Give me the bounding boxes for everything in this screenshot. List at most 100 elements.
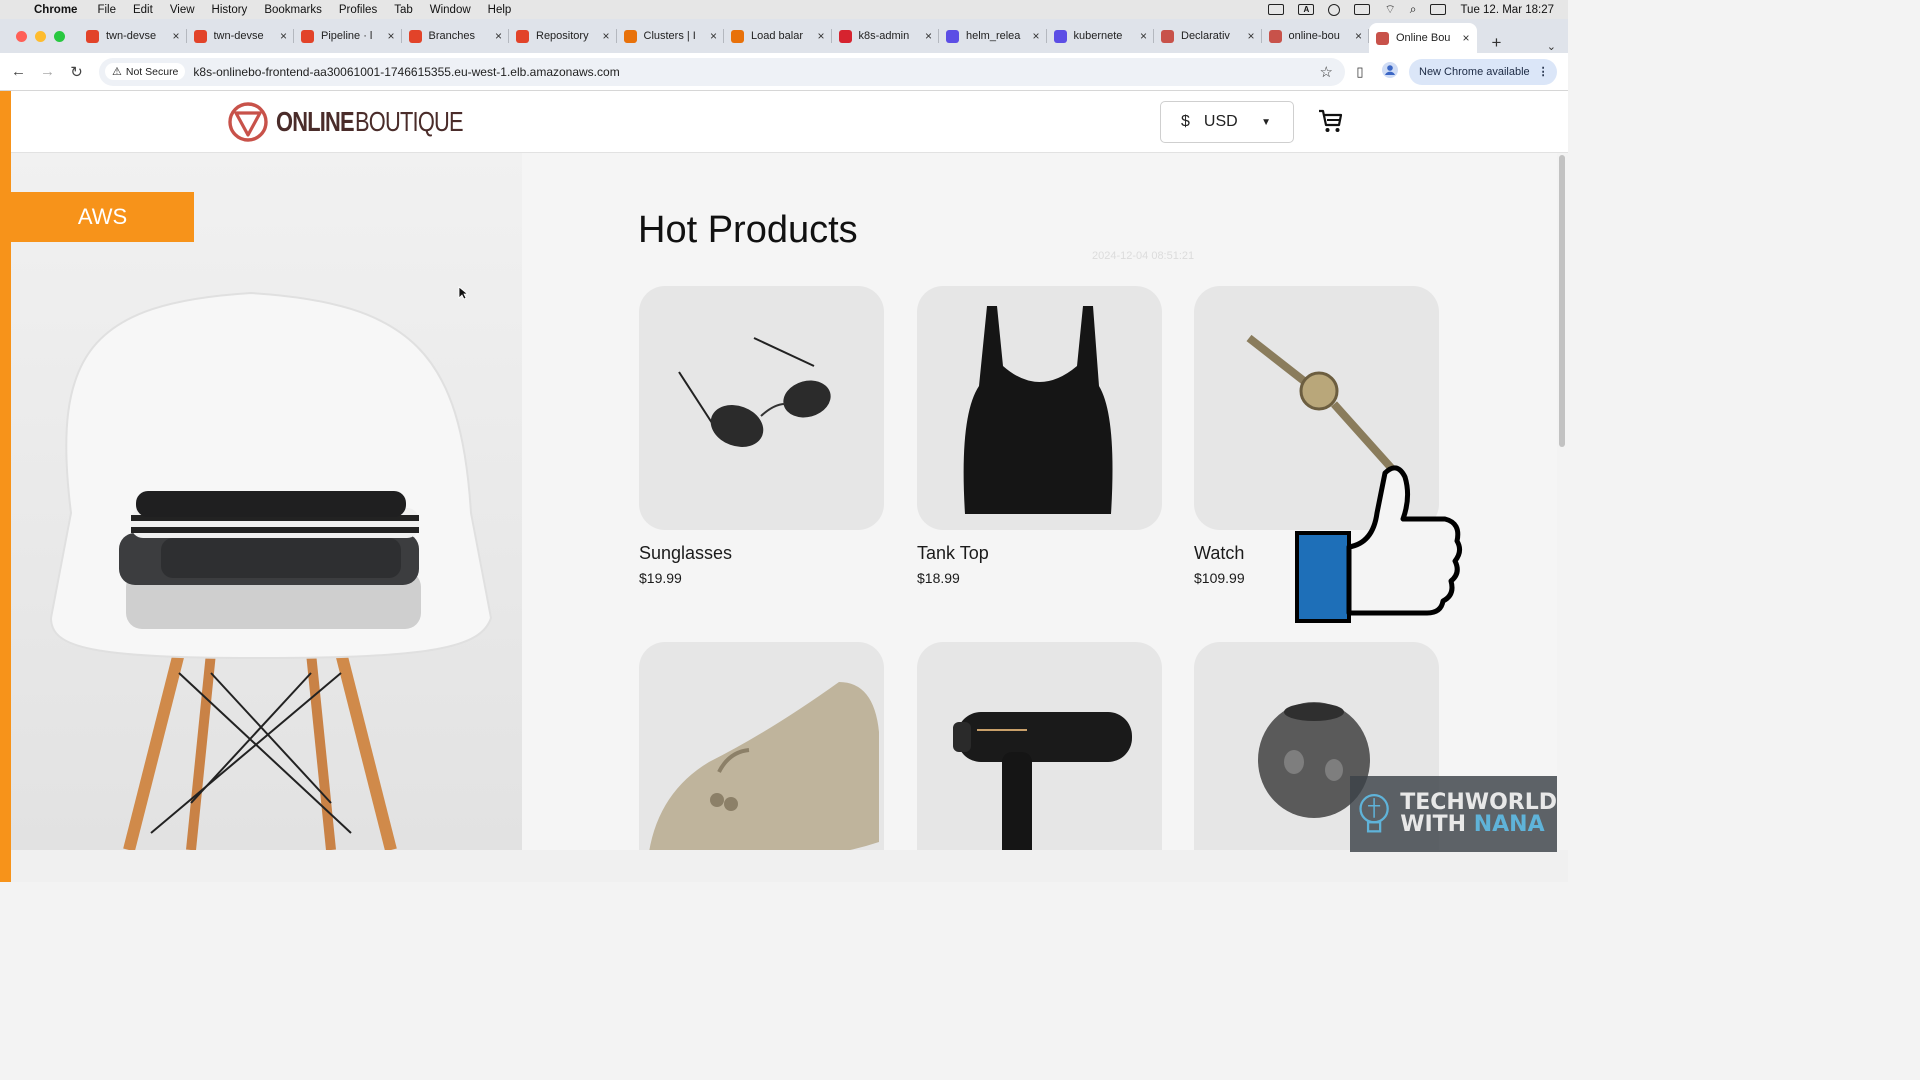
product-image-hair-dryer[interactable] [917, 642, 1162, 882]
input-source-icon[interactable]: A [1298, 4, 1315, 15]
menu-tab[interactable]: Tab [394, 4, 413, 16]
tab[interactable]: Clusters | I × [617, 22, 725, 50]
watermark-line-2a: WITH [1400, 812, 1474, 837]
close-tab-icon[interactable]: × [172, 29, 179, 43]
menu-view[interactable]: View [170, 4, 195, 16]
product-card[interactable]: Tank Top $18.99 [917, 286, 1162, 586]
close-tab-icon[interactable]: × [710, 29, 717, 43]
tab[interactable]: online-bou × [1262, 22, 1370, 50]
tab[interactable]: Branches × [402, 22, 510, 50]
kebab-menu-icon[interactable]: ⋮ [1538, 65, 1549, 78]
browser-tab-strip: twn-devse × twn-devse × Pipeline · l × Branche… [0, 19, 1568, 53]
tab-title: Clusters | I [643, 30, 696, 42]
tab[interactable]: k8s-admin × [832, 22, 940, 50]
reload-button[interactable]: ↻ [62, 63, 91, 81]
close-tab-icon[interactable]: × [387, 29, 394, 43]
warning-icon: ⚠ [112, 66, 122, 78]
web-page: ONLINE BOUTIQUE $ USD ▼ AWS Hot Products… [0, 91, 1568, 882]
product-image-tank-top[interactable] [917, 286, 1162, 530]
menu-file[interactable]: File [97, 4, 116, 16]
control-center-icon[interactable] [1430, 4, 1447, 15]
tab[interactable]: Pipeline · l × [294, 22, 402, 50]
tab-search-chevron-icon[interactable]: ⌄ [1547, 40, 1556, 53]
close-tab-icon[interactable]: × [280, 29, 287, 43]
minimize-window-icon[interactable] [35, 30, 46, 42]
close-window-icon[interactable] [16, 30, 27, 42]
menu-profiles[interactable]: Profiles [339, 4, 377, 16]
tab[interactable]: twn-devse × [79, 22, 187, 50]
scrollbar-thumb[interactable] [1559, 155, 1565, 447]
close-tab-icon[interactable]: × [925, 29, 932, 43]
battery-icon[interactable] [1354, 4, 1371, 15]
security-label: Not Secure [125, 65, 179, 78]
gitlab-icon [301, 29, 314, 43]
browser-toolbar: ← → ↻ ⚠ Not Secure k8s-onlinebo-frontend… [0, 53, 1568, 91]
page-scrollbar[interactable] [1557, 153, 1568, 850]
tab[interactable]: Declarativ × [1154, 22, 1262, 50]
lightbulb-head-icon [1359, 794, 1389, 833]
close-tab-icon[interactable]: × [817, 29, 824, 43]
close-tab-icon[interactable]: × [602, 29, 609, 43]
techworld-watermark: TECHWORLD WITH NANA [1350, 776, 1557, 852]
close-tab-icon[interactable]: × [1032, 29, 1039, 43]
security-chip[interactable]: ⚠ Not Secure [105, 63, 186, 80]
spotlight-search-icon[interactable]: ⌕ [1410, 2, 1417, 17]
new-chrome-available-button[interactable]: New Chrome available ⋮ [1409, 58, 1557, 85]
shopping-cart-icon[interactable] [1317, 107, 1343, 135]
product-image-sunglasses[interactable] [639, 286, 884, 530]
play-icon[interactable] [1328, 3, 1341, 16]
menubar-clock[interactable]: Tue 12. Mar 18:27 [1460, 4, 1554, 16]
profile-avatar-icon[interactable] [1375, 62, 1405, 81]
screen-record-icon[interactable] [1268, 4, 1285, 15]
online-boutique-icon [1268, 29, 1282, 43]
close-tab-icon[interactable]: × [1355, 29, 1362, 43]
close-tab-icon[interactable]: × [1247, 29, 1254, 43]
tab-title: Pipeline · l [321, 30, 373, 42]
menu-help[interactable]: Help [488, 4, 512, 16]
tab[interactable]: twn-devse × [187, 22, 295, 50]
tab-title: Load balar [751, 30, 803, 42]
tab[interactable]: kubernete × [1047, 22, 1155, 50]
menu-bookmarks[interactable]: Bookmarks [264, 4, 322, 16]
close-tab-icon[interactable]: × [1462, 31, 1469, 45]
wifi-icon[interactable]: ⌔ [1384, 2, 1395, 17]
zoom-window-icon[interactable] [54, 30, 65, 42]
product-name[interactable]: Sunglasses [639, 543, 884, 564]
bookmark-star-icon[interactable]: ☆ [1320, 63, 1333, 81]
address-bar[interactable]: ⚠ Not Secure k8s-onlinebo-frontend-aa300… [99, 57, 1345, 86]
tab-title: Online Bou [1396, 32, 1451, 44]
menu-edit[interactable]: Edit [133, 4, 153, 16]
url-text[interactable]: k8s-onlinebo-frontend-aa30061001-1746615… [193, 65, 619, 79]
gitlab-icon [193, 29, 207, 43]
tab-list: twn-devse × twn-devse × Pipeline · l × Branche… [79, 19, 1477, 53]
product-image-loafers[interactable] [639, 642, 884, 882]
mouse-cursor-icon [458, 286, 468, 300]
product-name[interactable]: Tank Top [917, 543, 1162, 564]
terraform-icon [1053, 29, 1067, 43]
product-card[interactable] [917, 642, 1162, 882]
tab-title: online-bou [1288, 30, 1340, 42]
forward-button[interactable]: → [33, 63, 62, 80]
site-logo[interactable]: ONLINE BOUTIQUE [228, 101, 493, 143]
product-card[interactable] [639, 642, 884, 882]
macos-menubar: Chrome File Edit View History Bookmarks … [0, 0, 1568, 19]
menu-history[interactable]: History [212, 4, 248, 16]
tab[interactable]: Repository × [509, 22, 617, 50]
tab-active[interactable]: Online Bou × [1369, 23, 1477, 53]
back-button[interactable]: ← [4, 63, 33, 80]
tab[interactable]: helm_relea × [939, 22, 1047, 50]
new-tab-button[interactable]: + [1487, 33, 1507, 53]
side-panel-icon[interactable]: ▯ [1345, 64, 1375, 80]
close-tab-icon[interactable]: × [1140, 29, 1147, 43]
gitlab-icon [86, 29, 99, 43]
menu-app[interactable]: Chrome [34, 4, 77, 16]
online-boutique-icon [1161, 29, 1174, 43]
tab[interactable]: Load balar × [724, 22, 832, 50]
menu-window[interactable]: Window [430, 4, 471, 16]
product-card[interactable]: Sunglasses $19.99 [639, 286, 884, 586]
close-tab-icon[interactable]: × [495, 29, 502, 43]
currency-selector[interactable]: $ USD ▼ [1160, 101, 1294, 143]
currency-symbol: $ [1181, 113, 1190, 130]
caret-down-icon: ▼ [1261, 116, 1271, 128]
watermark-line-1: TECHWORLD [1400, 790, 1557, 815]
